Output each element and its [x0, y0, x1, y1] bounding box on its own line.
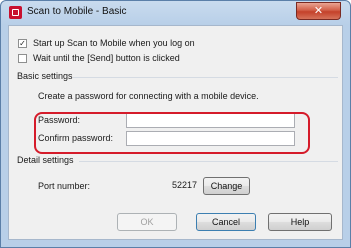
startup-checkbox[interactable]: ✓ — [18, 39, 27, 48]
dialog-client-area: ✓ Start up Scan to Mobile when you log o… — [8, 25, 343, 240]
password-instruction: Create a password for connecting with a … — [38, 91, 259, 101]
password-highlight-box — [34, 112, 310, 154]
ok-button[interactable]: OK — [117, 213, 177, 231]
scan-to-mobile-app-icon — [9, 6, 22, 19]
port-number-label: Port number: — [38, 181, 91, 191]
title-bar[interactable]: Scan to Mobile - Basic ✕ — [1, 1, 350, 23]
startup-checkbox-label[interactable]: Start up Scan to Mobile when you log on — [33, 38, 195, 48]
close-button[interactable]: ✕ — [296, 2, 341, 20]
wait-checkbox[interactable] — [18, 54, 27, 63]
close-icon: ✕ — [313, 4, 324, 17]
cancel-button[interactable]: Cancel — [196, 213, 256, 231]
window-title: Scan to Mobile - Basic — [27, 6, 127, 17]
basic-settings-heading: Basic settings — [17, 71, 73, 81]
change-port-button[interactable]: Change — [203, 177, 250, 195]
detail-settings-heading: Detail settings — [17, 155, 74, 165]
basic-settings-divider — [73, 77, 338, 78]
dialog-window: Scan to Mobile - Basic ✕ ✓ Start up Scan… — [0, 0, 351, 248]
wait-checkbox-label[interactable]: Wait until the [Send] button is clicked — [33, 53, 180, 63]
port-number-value: 52217 — [171, 180, 197, 190]
help-button[interactable]: Help — [268, 213, 332, 231]
detail-settings-divider — [79, 161, 338, 162]
